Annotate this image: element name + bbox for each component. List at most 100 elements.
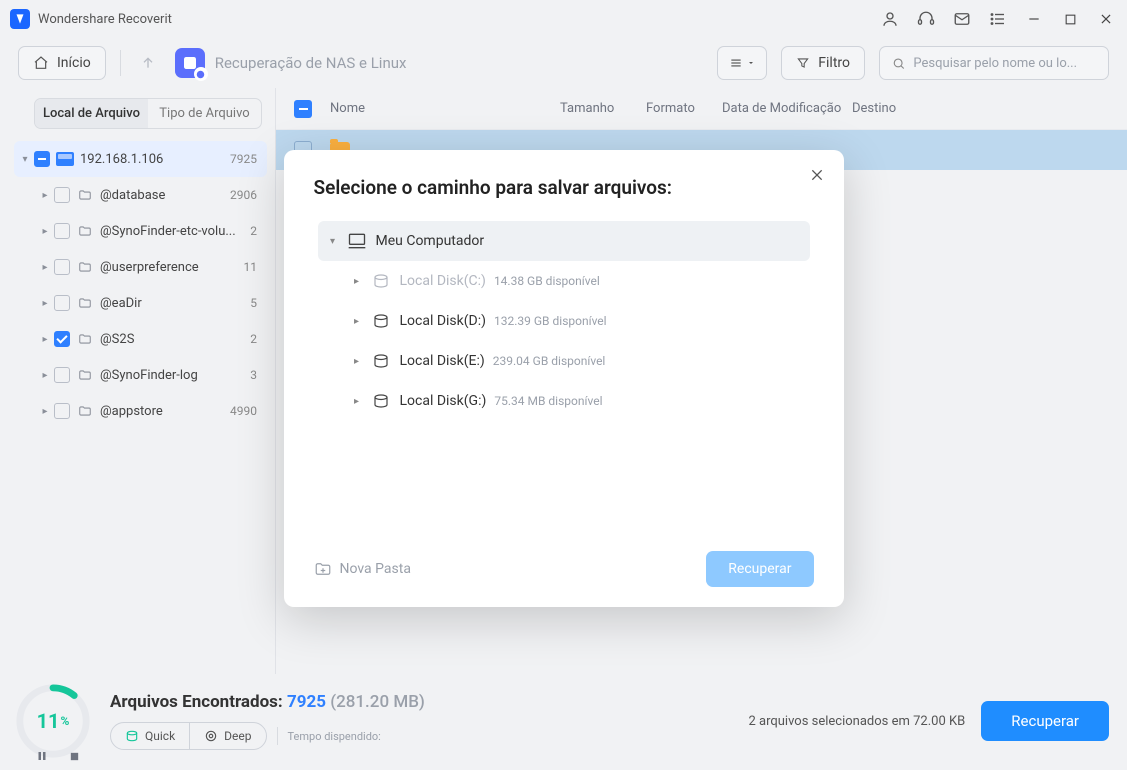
checkbox[interactable] <box>54 259 70 275</box>
checkbox[interactable] <box>54 331 70 347</box>
checkbox[interactable] <box>54 223 70 239</box>
chevron-right-icon: ▸ <box>348 276 366 287</box>
col-format[interactable]: Formato <box>646 101 722 116</box>
picker-disk-free: 239.04 GB disponível <box>493 354 606 368</box>
footer: 11% Arquivos Encontrados: 7925 (281.20 M… <box>0 674 1127 770</box>
selection-info: 2 arquivos selecionados em 72.00 KB <box>748 714 965 729</box>
tree-item-count: 11 <box>244 260 258 274</box>
folder-icon <box>76 296 94 310</box>
sidebar-tabs: Local de Arquivo Tipo de Arquivo <box>34 98 262 129</box>
tree-item[interactable]: ▸@database2906 <box>14 177 267 213</box>
table-header: Nome Tamanho Formato Data de Modificação… <box>276 88 1127 130</box>
chevron-down-icon: ▾ <box>18 154 32 165</box>
tree-item[interactable]: ▸@appstore4990 <box>14 393 267 429</box>
context-breadcrumb: Recuperação de NAS e Linux <box>175 48 407 78</box>
tree-item[interactable]: ▸@S2S2 <box>14 321 267 357</box>
drive-icon <box>56 152 74 166</box>
view-options-button[interactable] <box>717 46 767 80</box>
tab-file-location[interactable]: Local de Arquivo <box>35 99 148 128</box>
new-folder-icon <box>314 560 332 578</box>
app-logo-icon <box>10 9 30 29</box>
toolbar: Início Recuperação de NAS e Linux Filtro <box>0 38 1127 88</box>
picker-root[interactable]: ▾ Meu Computador <box>318 221 810 261</box>
chevron-right-icon: ▸ <box>38 298 52 309</box>
tree-item-count: 2 <box>250 224 257 238</box>
col-size[interactable]: Tamanho <box>560 101 646 116</box>
home-button[interactable]: Início <box>18 46 106 80</box>
up-button[interactable] <box>135 50 161 76</box>
tree-item[interactable]: ▸@SynoFinder-log3 <box>14 357 267 393</box>
context-label: Recuperação de NAS e Linux <box>215 54 407 72</box>
picker-disk-free: 75.34 MB disponível <box>494 394 602 408</box>
found-size: (281.20 MB) <box>330 692 425 712</box>
tab-file-type[interactable]: Tipo de Arquivo <box>148 99 261 128</box>
search-box[interactable] <box>879 46 1109 80</box>
account-icon[interactable] <box>879 8 901 30</box>
progress-percent: 11 <box>37 709 60 733</box>
chevron-down-icon: ▾ <box>324 236 342 247</box>
picker-root-label: Meu Computador <box>376 233 485 249</box>
disk-icon <box>370 272 392 290</box>
app-title: Wondershare Recoverit <box>38 12 172 27</box>
tree-item[interactable]: ▸@userpreference11 <box>14 249 267 285</box>
search-input[interactable] <box>913 56 1096 71</box>
pause-button[interactable] <box>34 748 50 764</box>
tree-item[interactable]: ▸@SynoFinder-etc-volu...2 <box>14 213 267 249</box>
home-icon <box>33 55 49 71</box>
folder-icon <box>76 368 94 382</box>
maximize-button[interactable] <box>1059 8 1081 30</box>
picker-disk[interactable]: ▸Local Disk(C:)14.38 GB disponível <box>318 261 810 301</box>
quick-scan-option[interactable]: Quick <box>111 723 189 749</box>
tree-item-count: 4990 <box>230 404 257 418</box>
picker-disk[interactable]: ▸Local Disk(E:)239.04 GB disponível <box>318 341 810 381</box>
brand: Wondershare Recoverit <box>10 9 172 29</box>
tree-item-label: @eaDir <box>100 296 244 311</box>
mail-icon[interactable] <box>951 8 973 30</box>
col-modified[interactable]: Data de Modificação <box>722 101 852 116</box>
checkbox[interactable] <box>54 367 70 383</box>
modal-recover-button[interactable]: Recuperar <box>706 551 813 587</box>
picker-disk[interactable]: ▸Local Disk(G:)75.34 MB disponível <box>318 381 810 421</box>
search-icon <box>892 56 905 71</box>
minimize-button[interactable] <box>1023 8 1045 30</box>
save-path-modal: Selecione o caminho para salvar arquivos… <box>284 150 844 607</box>
disk-icon <box>370 312 392 330</box>
chevron-right-icon: ▸ <box>38 262 52 273</box>
menu-list-icon[interactable] <box>987 8 1009 30</box>
chevron-right-icon: ▸ <box>348 396 366 407</box>
stop-button[interactable] <box>66 748 82 764</box>
chevron-right-icon: ▸ <box>38 370 52 381</box>
checkbox[interactable] <box>54 187 70 203</box>
chevron-right-icon: ▸ <box>38 406 52 417</box>
col-dest[interactable]: Destino <box>852 101 896 116</box>
toolbar-divider <box>120 50 121 76</box>
tree-item-label: @database <box>100 188 224 203</box>
target-icon <box>204 729 218 743</box>
col-name[interactable]: Nome <box>330 101 560 116</box>
checkbox[interactable] <box>54 403 70 419</box>
recover-button[interactable]: Recuperar <box>981 701 1109 741</box>
tree-item-count: 3 <box>250 368 257 382</box>
checkbox[interactable] <box>34 151 50 167</box>
nas-linux-icon <box>175 48 205 78</box>
modal-title: Selecione o caminho para salvar arquivos… <box>314 176 814 199</box>
folder-icon <box>76 260 94 274</box>
picker-disk-label: Local Disk(D:) <box>400 313 487 329</box>
picker-disk-free: 132.39 GB disponível <box>494 314 607 328</box>
tree-item-count: 5 <box>250 296 257 310</box>
select-all-checkbox[interactable] <box>294 100 312 118</box>
tree-item[interactable]: ▸ @eaDir 5 <box>14 285 267 321</box>
close-button[interactable] <box>1095 8 1117 30</box>
folder-icon <box>76 224 94 238</box>
modal-close-button[interactable] <box>806 164 828 186</box>
new-folder-button[interactable]: Nova Pasta <box>314 560 411 578</box>
support-icon[interactable] <box>915 8 937 30</box>
scan-mode-toggle: Quick Deep <box>110 722 267 750</box>
picker-disk[interactable]: ▸Local Disk(D:)132.39 GB disponível <box>318 301 810 341</box>
folder-icon <box>76 332 94 346</box>
checkbox[interactable] <box>54 295 70 311</box>
deep-scan-option[interactable]: Deep <box>189 723 265 749</box>
chevron-right-icon: ▸ <box>38 334 52 345</box>
tree-root[interactable]: ▾ 192.168.1.106 7925 <box>14 141 267 177</box>
filter-button[interactable]: Filtro <box>781 46 865 80</box>
